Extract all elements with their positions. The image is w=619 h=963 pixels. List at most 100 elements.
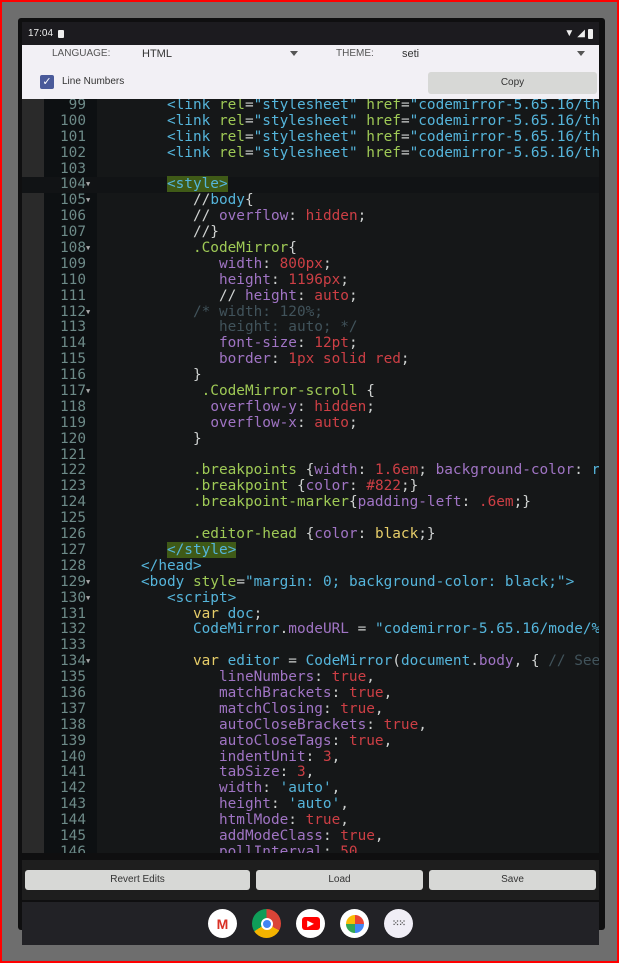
code-token: > [565,573,575,590]
code-line[interactable]: 124 .breakpoint-marker{padding-left: .6e… [22,494,599,511]
code-line[interactable]: 120 } [22,431,599,448]
load-button[interactable]: Load [256,870,423,890]
code-token: href [366,112,401,129]
revert-edits-button[interactable]: Revert Edits [25,870,250,890]
code-text: autoCloseBrackets: true, [97,716,427,734]
code-line[interactable]: 108 ▼ .CodeMirror{ [22,240,599,257]
code-line[interactable]: 100 <link rel="stylesheet" href="codemir… [22,112,599,130]
code-line[interactable]: 112 ▼ /* width: 120%; [22,304,599,321]
theme-select[interactable]: seti [402,45,588,63]
line-number: 133 [60,637,86,654]
line-number: 144 [60,812,86,829]
code-line[interactable]: 125 [22,510,599,527]
code-token: ;} [400,478,419,495]
code-line[interactable]: 143 height: 'auto', [22,796,599,813]
fold-arrow-icon[interactable]: ▼ [86,193,90,209]
code-line[interactable]: 105 ▼ //body{ [22,192,599,209]
code-line[interactable]: 140 indentUnit: 3, [22,749,599,766]
gmail-icon[interactable]: M [208,909,237,938]
code-line[interactable]: 107 //} [22,224,599,241]
code-line[interactable]: 118 overflow-y: hidden; [22,398,599,416]
code-line[interactable]: 110 height: 1196px; [22,271,599,289]
code-line[interactable]: 104 ▼ <style> [22,176,599,194]
code-line[interactable]: 138 autoCloseBrackets: true, [22,716,599,734]
code-line[interactable]: 145 addModeClass: true, [22,828,599,845]
code-line[interactable]: 119 overflow-x: auto; [22,415,599,432]
code-line[interactable]: 109 width: 800px; [22,256,599,273]
chrome-icon[interactable] [252,909,281,938]
photos-icon[interactable] [340,909,369,938]
code-line[interactable]: 139 autoCloseTags: true, [22,733,599,750]
youtube-icon[interactable]: ▶ [296,909,325,938]
code-line[interactable]: 128 </head> [22,558,599,575]
fold-arrow-icon[interactable]: ▼ [86,305,90,321]
code-token: <link [166,112,219,129]
code-text: .CodeMirror{ [97,240,297,257]
code-token: overflow-y [210,398,297,415]
code-token: "margin: 0; background-color: black;" [244,573,566,590]
code-line[interactable]: 134 ▼ var editor = CodeMirror(document.bo… [22,653,599,670]
code-token: = [400,128,410,145]
code-line[interactable]: 123 .breakpoint {color: #822;} [22,478,599,495]
code-token: { [348,494,358,511]
code-line[interactable]: 144 htmlMode: true, [22,812,599,829]
code-line[interactable]: 99 <link rel="stylesheet" href="codemirr… [22,99,599,114]
code-token: { [244,192,254,209]
code-line[interactable]: 142 width: 'auto', [22,780,599,797]
code-token: true [383,716,419,733]
code-text: <script> [97,590,236,607]
app-drawer-icon[interactable]: ⁙⁙ [384,909,413,938]
code-token: "codemirror-5.65.16/theme/ze [409,144,599,161]
code-line[interactable]: 136 matchBrackets: true, [22,685,599,702]
code-token: CodeMirror [305,653,393,670]
copy-button[interactable]: Copy [428,72,597,94]
code-line[interactable]: 115 border: 1px solid red; [22,351,599,368]
code-token: hidden [314,398,367,415]
code-token: .breakpoint-marker [192,494,349,511]
code-lines[interactable]: 99 <link rel="stylesheet" href="codemirr… [22,99,599,853]
code-line[interactable]: 141 tabSize: 3, [22,764,599,781]
code-line[interactable]: 131 var doc; [22,606,599,623]
code-line[interactable]: 116 } [22,367,599,384]
line-numbers-label: Line Numbers [62,76,125,87]
code-line[interactable]: 129 ▼ <body style="margin: 0; background-… [22,573,599,591]
code-line[interactable]: 146 pollInterval: 50 [22,844,599,853]
theme-label: THEME: [336,48,374,59]
code-line[interactable]: 135 lineNumbers: true, [22,669,599,686]
code-line[interactable]: 130 ▼ <script> [22,590,599,607]
line-number: 113 [60,319,86,336]
code-line[interactable]: 101 <link rel="stylesheet" href="codemir… [22,128,599,146]
save-button[interactable]: Save [429,870,596,890]
code-editor[interactable]: 99 <link rel="stylesheet" href="codemirr… [22,99,599,853]
fold-arrow-icon[interactable]: ▼ [86,241,90,257]
line-numbers-checkbox[interactable]: ✓ [40,75,54,89]
code-token: height [244,287,297,304]
code-token: : [574,462,592,479]
fold-arrow-icon[interactable]: ▼ [86,575,90,591]
fold-arrow-icon[interactable]: ▼ [86,654,90,670]
code-line[interactable]: 113 height: auto; */ [22,320,599,336]
code-line[interactable]: 122 .breakpoints {width: 1.6em; backgrou… [22,463,599,479]
code-line[interactable]: 117 ▼ .CodeMirror-scroll { [22,383,599,400]
code-line[interactable]: 114 font-size: 12pt; [22,335,599,352]
code-line[interactable]: 106 // overflow: hidden; [22,208,599,225]
fold-arrow-icon[interactable]: ▼ [86,384,90,400]
code-line[interactable]: 137 matchClosing: true, [22,701,599,718]
code-line[interactable]: 132 CodeMirror.modeURL = "codemirror-5.6… [22,621,599,638]
code-line[interactable]: 126 .editor-head {color: black;} [22,526,599,543]
code-line[interactable]: 133 [22,637,599,654]
line-number: 99 [68,99,86,113]
code-line[interactable]: 111 // height: auto; [22,287,599,305]
code-token: = [400,99,410,113]
code-token: border [218,351,271,368]
code-line[interactable]: 127 </style> [22,541,599,559]
code-token: height [218,271,271,288]
code-line[interactable]: 103 [22,161,599,178]
code-line[interactable]: 121 [22,447,599,464]
code-token: = [348,621,375,638]
fold-arrow-icon[interactable]: ▼ [86,177,90,193]
code-line[interactable]: 102 <link rel="stylesheet" href="codemir… [22,144,599,162]
code-token: ;} [418,526,436,543]
fold-arrow-icon[interactable]: ▼ [86,591,90,607]
language-select[interactable]: HTML [142,45,302,63]
